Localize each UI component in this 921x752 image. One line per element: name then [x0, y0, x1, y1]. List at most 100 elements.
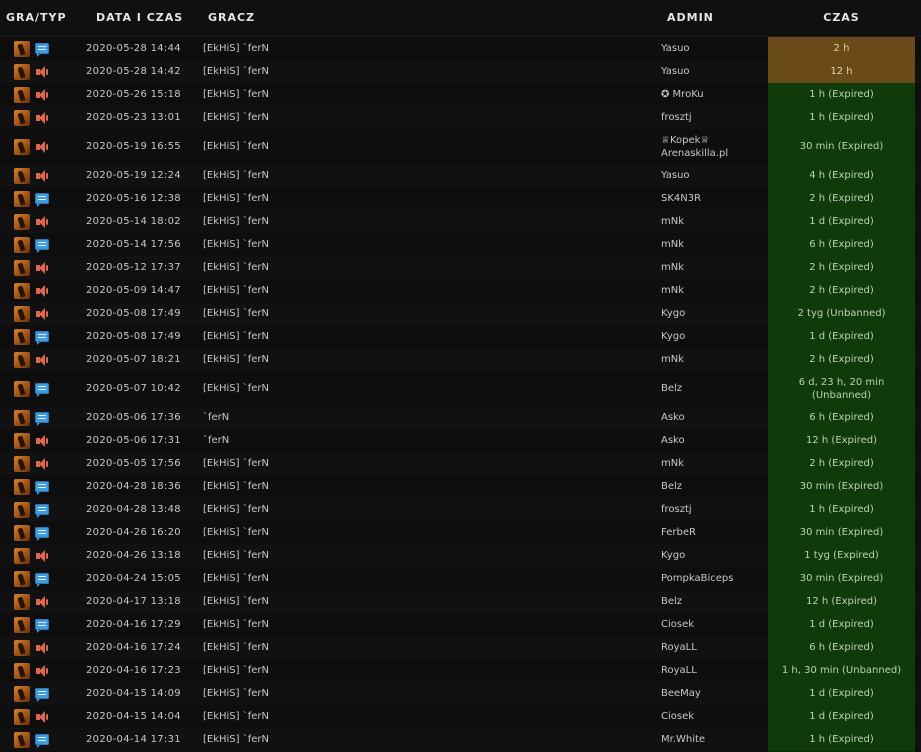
admin-cell[interactable]: RoyaLL	[661, 659, 697, 682]
table-row[interactable]: 2020-05-26 15:18 [EkHiS] `ferN ✪ MroKu 1 h …	[0, 83, 921, 107]
table-row[interactable]: 2020-05-09 14:47 [EkHiS] `ferN mNk 2 h (Exp…	[0, 279, 921, 303]
player-cell[interactable]: [EkHiS] `ferN	[203, 37, 269, 60]
player-cell[interactable]: [EkHiS] `ferN	[203, 164, 269, 187]
admin-cell[interactable]: Yasuo	[661, 37, 690, 60]
admin-cell[interactable]: Belz	[661, 475, 682, 498]
admin-cell[interactable]: mNk	[661, 279, 684, 302]
player-cell[interactable]: `ferN	[203, 406, 229, 429]
table-row[interactable]: 2020-05-14 17:56 [EkHiS] `ferN mNk 6 h (Exp…	[0, 233, 921, 257]
player-cell[interactable]: [EkHiS] `ferN	[203, 590, 269, 613]
player-cell[interactable]: [EkHiS] `ferN	[203, 279, 269, 302]
admin-cell[interactable]: frosztj	[661, 106, 692, 129]
table-row[interactable]: 2020-04-15 14:04 [EkHiS] `ferN Ciosek 1 d (…	[0, 705, 921, 729]
table-row[interactable]: 2020-05-05 17:56 [EkHiS] `ferN mNk 2 h (Exp…	[0, 452, 921, 476]
player-cell[interactable]: [EkHiS] `ferN	[203, 83, 269, 106]
header-time[interactable]: CZAS	[768, 11, 915, 24]
player-cell[interactable]: [EkHiS] `ferN	[203, 521, 269, 544]
table-row[interactable]: 2020-05-14 18:02 [EkHiS] `ferN mNk 1 d (Exp…	[0, 210, 921, 234]
player-cell[interactable]: [EkHiS] `ferN	[203, 613, 269, 636]
player-cell[interactable]: [EkHiS] `ferN	[203, 256, 269, 279]
table-row[interactable]: 2020-04-17 13:18 [EkHiS] `ferN Belz 12 h (E…	[0, 590, 921, 614]
table-row[interactable]: 2020-04-26 13:18 [EkHiS] `ferN Kygo 1 tyg (…	[0, 544, 921, 568]
admin-cell[interactable]: mNk	[661, 210, 684, 233]
player-cell[interactable]: [EkHiS] `ferN	[203, 302, 269, 325]
admin-cell[interactable]: BeeMay	[661, 682, 701, 705]
table-row[interactable]: 2020-04-14 17:31 [EkHiS] `ferN Mr.White 1 h…	[0, 728, 921, 752]
table-row[interactable]: 2020-05-16 12:38 [EkHiS] `ferN SK4N3R 2 h (…	[0, 187, 921, 211]
admin-cell[interactable]: mNk	[661, 452, 684, 475]
admin-cell[interactable]: RoyaLL	[661, 636, 697, 659]
time-cell: 2 h (Expired)	[768, 187, 915, 211]
player-cell[interactable]: [EkHiS] `ferN	[203, 187, 269, 210]
table-row[interactable]: 2020-05-08 17:49 [EkHiS] `ferN Kygo 1 d (Ex…	[0, 325, 921, 349]
admin-cell[interactable]: Asko	[661, 429, 685, 452]
table-row[interactable]: 2020-05-23 13:01 [EkHiS] `ferN frosztj 1 h …	[0, 106, 921, 130]
player-cell[interactable]: [EkHiS] `ferN	[203, 129, 269, 164]
counter-strike-game-icon	[14, 501, 30, 518]
player-cell[interactable]: `ferN	[203, 429, 229, 452]
table-row[interactable]: 2020-05-06 17:36 `ferN Asko 6 h (Expired)	[0, 406, 921, 430]
admin-cell[interactable]: mNk	[661, 233, 684, 256]
admin-cell[interactable]: Ciosek	[661, 705, 694, 728]
header-admin[interactable]: ADMIN	[667, 11, 714, 24]
admin-cell[interactable]: ♕Kopek♕ Arenaskilla.pl	[661, 129, 728, 164]
header-date-time[interactable]: DATA I CZAS	[96, 11, 183, 24]
player-cell[interactable]: [EkHiS] `ferN	[203, 60, 269, 83]
admin-cell[interactable]: Belz	[661, 371, 682, 406]
player-cell[interactable]: [EkHiS] `ferN	[203, 705, 269, 728]
admin-cell[interactable]: Mr.White	[661, 728, 705, 751]
admin-cell[interactable]: mNk	[661, 348, 684, 371]
player-cell[interactable]: [EkHiS] `ferN	[203, 452, 269, 475]
player-cell[interactable]: [EkHiS] `ferN	[203, 636, 269, 659]
admin-cell[interactable]: Kygo	[661, 302, 685, 325]
header-player[interactable]: GRACZ	[208, 11, 255, 24]
header-game-type[interactable]: GRA/TYP	[6, 11, 67, 24]
player-cell[interactable]: [EkHiS] `ferN	[203, 106, 269, 129]
player-cell[interactable]: [EkHiS] `ferN	[203, 498, 269, 521]
admin-cell[interactable]: Belz	[661, 590, 682, 613]
table-row[interactable]: 2020-05-28 14:42 [EkHiS] `ferN Yasuo 12 h	[0, 60, 921, 84]
admin-cell[interactable]: frosztj	[661, 498, 692, 521]
admin-cell[interactable]: FerbeR	[661, 521, 696, 544]
admin-cell[interactable]: Asko	[661, 406, 685, 429]
table-row[interactable]: 2020-04-28 13:48 [EkHiS] `ferN frosztj 1 h …	[0, 498, 921, 522]
admin-cell[interactable]: Kygo	[661, 544, 685, 567]
player-cell[interactable]: [EkHiS] `ferN	[203, 567, 269, 590]
player-cell[interactable]: [EkHiS] `ferN	[203, 348, 269, 371]
table-row[interactable]: 2020-04-15 14:09 [EkHiS] `ferN BeeMay 1 d (…	[0, 682, 921, 706]
player-cell[interactable]: [EkHiS] `ferN	[203, 325, 269, 348]
player-cell-text: [EkHiS] `ferN	[203, 89, 270, 100]
table-row[interactable]: 2020-05-28 14:44 [EkHiS] `ferN Yasuo 2 h	[0, 37, 921, 61]
admin-cell[interactable]: Yasuo	[661, 164, 690, 187]
admin-cell[interactable]: PompkaBiceps	[661, 567, 733, 590]
player-cell[interactable]: [EkHiS] `ferN	[203, 210, 269, 233]
player-cell[interactable]: [EkHiS] `ferN	[203, 728, 269, 751]
table-row[interactable]: 2020-04-26 16:20 [EkHiS] `ferN FerbeR 30 mi…	[0, 521, 921, 545]
player-cell[interactable]: [EkHiS] `ferN	[203, 371, 269, 406]
table-row[interactable]: 2020-05-07 10:42 [EkHiS] `ferN Belz 6 d, 23…	[0, 371, 921, 407]
table-row[interactable]: 2020-04-16 17:29 [EkHiS] `ferN Ciosek 1 d (…	[0, 613, 921, 637]
table-row[interactable]: 2020-04-24 15:05 [EkHiS] `ferN PompkaBicep…	[0, 567, 921, 591]
admin-cell[interactable]: SK4N3R	[661, 187, 701, 210]
admin-cell[interactable]: Kygo	[661, 325, 685, 348]
admin-cell[interactable]: Yasuo	[661, 60, 690, 83]
table-row[interactable]: 2020-05-19 12:24 [EkHiS] `ferN Yasuo 4 h (E…	[0, 164, 921, 188]
player-cell[interactable]: [EkHiS] `ferN	[203, 682, 269, 705]
table-row[interactable]: 2020-05-07 18:21 [EkHiS] `ferN mNk 2 h (Exp…	[0, 348, 921, 372]
table-row[interactable]: 2020-05-12 17:37 [EkHiS] `ferN mNk 2 h (Exp…	[0, 256, 921, 280]
player-cell[interactable]: [EkHiS] `ferN	[203, 659, 269, 682]
player-cell[interactable]: [EkHiS] `ferN	[203, 233, 269, 256]
player-cell[interactable]: [EkHiS] `ferN	[203, 544, 269, 567]
player-cell[interactable]: [EkHiS] `ferN	[203, 475, 269, 498]
table-row[interactable]: 2020-05-08 17:49 [EkHiS] `ferN Kygo 2 tyg (…	[0, 302, 921, 326]
table-row[interactable]: 2020-05-19 16:55 [EkHiS] `ferN ♕Kopek♕ Are…	[0, 129, 921, 165]
admin-cell[interactable]: Ciosek	[661, 613, 694, 636]
admin-cell[interactable]: mNk	[661, 256, 684, 279]
table-row[interactable]: 2020-05-06 17:31 `ferN Asko 12 h (Expired)	[0, 429, 921, 453]
table-row[interactable]: 2020-04-28 18:36 [EkHiS] `ferN Belz 30 min …	[0, 475, 921, 499]
table-row[interactable]: 2020-04-16 17:24 [EkHiS] `ferN RoyaLL 6 h (…	[0, 636, 921, 660]
admin-cell[interactable]: ✪ MroKu	[661, 83, 704, 106]
table-row[interactable]: 2020-04-16 17:23 [EkHiS] `ferN RoyaLL 1 h, …	[0, 659, 921, 683]
player-cell-text: [EkHiS] `ferN	[203, 383, 270, 394]
date-cell-text: 2020-05-06 17:36	[86, 412, 181, 423]
